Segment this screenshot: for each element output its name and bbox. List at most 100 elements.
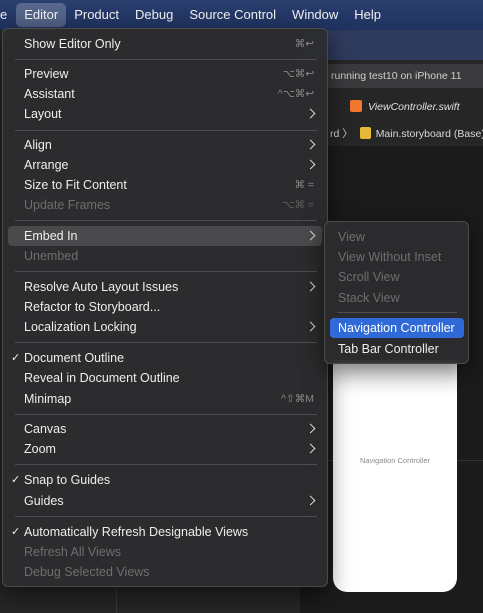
chevron-right-icon	[305, 281, 316, 292]
menu-item-show-editor-only[interactable]: Show Editor Only ⌘↩	[8, 34, 322, 54]
menu-item-zoom[interactable]: Zoom	[8, 439, 322, 459]
menu-item-document-outline[interactable]: ✓ Document Outline	[8, 348, 322, 368]
chevron-right-icon	[305, 139, 316, 150]
menu-item-label: Layout	[24, 107, 62, 121]
menu-item-snap-to-guides[interactable]: ✓ Snap to Guides	[8, 470, 322, 490]
checkmark-icon: ✓	[11, 474, 21, 486]
chevron-right-icon	[305, 443, 316, 454]
menu-item-label: Update Frames	[24, 198, 111, 212]
checkmark-icon: ✓	[11, 352, 21, 364]
menu-item-refresh-all-views: Refresh All Views	[8, 542, 322, 562]
menu-item-label: Preview	[24, 67, 69, 81]
menu-item-label: Align	[24, 138, 52, 152]
menu-item-label: Automatically Refresh Designable Views	[24, 525, 249, 539]
shortcut-label: ⌘ =	[294, 179, 314, 191]
menu-item-label: Debug Selected Views	[24, 565, 150, 579]
shortcut-label: ⌘↩	[294, 38, 314, 50]
submenu-item-stack-view: Stack View	[330, 288, 464, 308]
menu-item-label: Document Outline	[24, 351, 125, 365]
menu-item-label: Resolve Auto Layout Issues	[24, 280, 179, 294]
menu-separator	[15, 464, 317, 465]
menu-item-refactor-to-storyboard[interactable]: Refactor to Storyboard...	[8, 297, 322, 317]
menu-window[interactable]: Window	[284, 3, 346, 27]
menu-item-automatically-refresh-designable-views[interactable]: ✓ Automatically Refresh Designable Views	[8, 522, 322, 542]
submenu-item-navigation-controller[interactable]: Navigation Controller	[330, 318, 464, 338]
submenu-item-scroll-view: Scroll View	[330, 267, 464, 287]
chevron-right-icon	[305, 230, 316, 241]
menu-bar: e Editor Product Debug Source Control Wi…	[0, 0, 483, 30]
menu-item-label: Arrange	[24, 158, 69, 172]
menu-item-align[interactable]: Align	[8, 135, 322, 155]
menu-item-label: Assistant	[24, 87, 75, 101]
menu-item-reveal-in-document-outline[interactable]: Reveal in Document Outline	[8, 368, 322, 388]
breadcrumb-prev: rd	[330, 128, 340, 140]
menu-item-arrange[interactable]: Arrange	[8, 155, 322, 175]
submenu-item-label: View	[338, 230, 365, 244]
menu-source-control[interactable]: Source Control	[181, 3, 284, 27]
menu-item-preview[interactable]: Preview ⌥⌘↩	[8, 64, 322, 84]
menu-separator	[15, 130, 317, 131]
menu-item-debug-selected-views: Debug Selected Views	[8, 562, 322, 582]
pane-divider	[116, 588, 117, 613]
breadcrumb-separator-icon: 〉	[342, 128, 353, 140]
menu-item-unembed: Unembed	[8, 246, 322, 266]
menu-item-layout[interactable]: Layout	[8, 104, 322, 124]
menu-debug[interactable]: Debug	[127, 3, 181, 27]
menu-separator	[15, 414, 317, 415]
menu-item-label: Guides	[24, 494, 64, 508]
menu-item-label: Canvas	[24, 422, 67, 436]
menu-product[interactable]: Product	[66, 3, 127, 27]
menu-item-guides[interactable]: Guides	[8, 491, 322, 511]
breadcrumb[interactable]: rd 〉 Main.storyboard (Base)	[330, 124, 483, 144]
navigation-controller-scene[interactable]: Navigation Controller	[333, 360, 457, 592]
submenu-item-label: View Without Inset	[338, 250, 442, 264]
menu-item-label: Snap to Guides	[24, 473, 111, 487]
submenu-item-label: Tab Bar Controller	[338, 342, 439, 356]
scene-label: Navigation Controller	[359, 456, 431, 465]
submenu-item-label: Stack View	[338, 291, 400, 305]
menu-item-label: Show Editor Only	[24, 37, 121, 51]
chevron-right-icon	[305, 159, 316, 170]
menu-separator	[15, 516, 317, 517]
activity-status: running test10 on iPhone 11	[325, 64, 483, 88]
editor-tab[interactable]: ViewController.swift	[330, 96, 483, 118]
menu-item-resolve-auto-layout-issues[interactable]: Resolve Auto Layout Issues	[8, 277, 322, 297]
menu-item-label: Size to Fit Content	[24, 178, 127, 192]
menu-separator	[15, 271, 317, 272]
submenu-item-label: Scroll View	[338, 270, 400, 284]
menu-item-label: Zoom	[24, 442, 56, 456]
menu-item-embed-in[interactable]: Embed In	[8, 226, 322, 246]
menu-item-assistant[interactable]: Assistant ^⌥⌘↩	[8, 84, 322, 104]
editor-menu: Show Editor Only ⌘↩ Preview ⌥⌘↩ Assistan…	[2, 28, 328, 587]
menu-item-localization-locking[interactable]: Localization Locking	[8, 317, 322, 337]
breadcrumb-file: Main.storyboard (Base)	[375, 128, 483, 140]
menu-item-label: Reveal in Document Outline	[24, 371, 180, 385]
shortcut-label: ⌥⌘↩	[282, 68, 314, 80]
chevron-right-icon	[305, 321, 316, 332]
chevron-right-icon	[305, 423, 316, 434]
menu-separator	[15, 342, 317, 343]
checkmark-icon: ✓	[11, 526, 21, 538]
editor-tab-label: ViewController.swift	[368, 101, 460, 113]
submenu-separator	[337, 312, 457, 313]
menu-item-label: Unembed	[24, 249, 79, 263]
menu-item-minimap[interactable]: Minimap ^⇧⌘M	[8, 389, 322, 409]
swift-file-icon	[350, 100, 362, 112]
menu-help[interactable]: Help	[346, 3, 389, 27]
menu-item-canvas[interactable]: Canvas	[8, 419, 322, 439]
submenu-item-view-without-inset: View Without Inset	[330, 247, 464, 267]
menu-editor[interactable]: Editor	[16, 3, 67, 27]
menu-view[interactable]: e	[0, 3, 16, 27]
shortcut-label: ⌥⌘ =	[282, 199, 314, 211]
chevron-right-icon	[305, 495, 316, 506]
menu-separator	[15, 220, 317, 221]
shortcut-label: ^⌥⌘↩	[277, 88, 314, 100]
menu-separator	[15, 59, 317, 60]
menu-item-label: Refactor to Storyboard...	[24, 300, 161, 314]
storyboard-file-icon	[359, 127, 371, 139]
menu-item-label: Refresh All Views	[24, 545, 122, 559]
chevron-right-icon	[305, 108, 316, 119]
submenu-item-tab-bar-controller[interactable]: Tab Bar Controller	[330, 339, 464, 359]
menu-item-size-to-fit-content[interactable]: Size to Fit Content ⌘ =	[8, 175, 322, 195]
submenu-item-label: Navigation Controller	[338, 321, 455, 335]
